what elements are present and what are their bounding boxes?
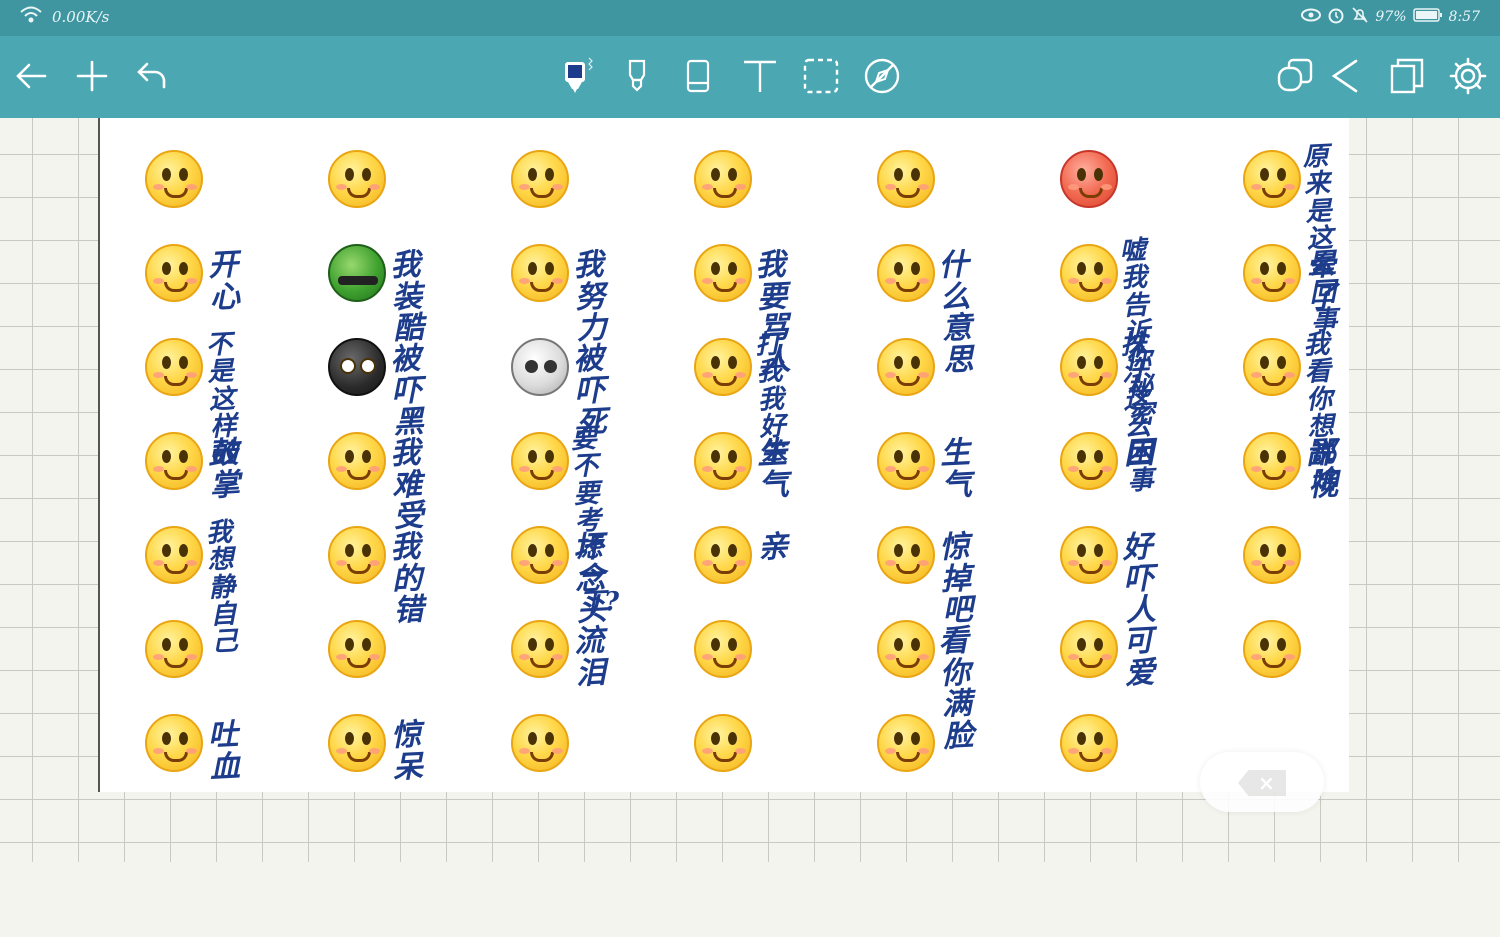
handwritten-label: 生气 (939, 435, 972, 504)
handwritten-label: 鼓掌 (207, 435, 240, 504)
undo-icon[interactable] (133, 56, 173, 96)
wink-tongue-emoji-icon (1243, 526, 1301, 584)
network-speed: 0.00K/s (52, 8, 110, 26)
text-tool[interactable] (740, 56, 780, 96)
handwritten-label: 我的错 (389, 529, 424, 629)
backspace-icon: × (1238, 770, 1286, 796)
tongue-emoji-icon (694, 150, 752, 208)
handwritten-label: 惊呆 (390, 717, 423, 786)
cheeks-hands-emoji-icon (877, 714, 935, 772)
cheek-emoji-icon (877, 338, 935, 396)
skull-emoji-icon (511, 338, 569, 396)
teary-emoji-icon (328, 432, 386, 490)
eye-comfort-icon (1301, 7, 1322, 27)
surprised-emoji-icon (328, 150, 386, 208)
laugh-emoji-icon (145, 244, 203, 302)
handwritten-label: 坏念头 (572, 529, 607, 629)
handwritten-label: 被吓黑 (389, 341, 424, 441)
bottom-margin (0, 862, 1500, 937)
handwritten-label: 什么意思 (937, 247, 974, 379)
blush-emoji-icon (694, 714, 752, 772)
handwritten-label: 惊掉吧 (938, 529, 973, 629)
share-icon[interactable] (1326, 56, 1366, 96)
pick-nose-emoji-icon (1243, 338, 1301, 396)
app-toolbar (0, 36, 1500, 118)
unamused-emoji-icon (877, 150, 935, 208)
handwritten-label: 我难受 (389, 435, 424, 535)
question-emoji-icon (877, 244, 935, 302)
sweat-emoji-icon (1243, 150, 1301, 208)
hmph-emoji-icon (1060, 620, 1118, 678)
shy-emoji-icon (694, 620, 752, 678)
side-eye2-emoji-icon (877, 432, 935, 490)
clock-time: 8:57 (1448, 9, 1480, 25)
layers-icon[interactable] (1275, 56, 1315, 96)
battery-percent: 97% (1375, 9, 1407, 25)
lasso-select-tool[interactable] (801, 56, 841, 96)
smile-emoji-icon (145, 150, 203, 208)
settings-icon[interactable] (1448, 56, 1488, 96)
battery-icon (1412, 7, 1443, 27)
highlighter-tool[interactable] (617, 56, 657, 96)
wide-grin-emoji-icon (1243, 620, 1301, 678)
handwritten-label: 我装酷 (389, 247, 424, 347)
black-ghost-emoji-icon (328, 338, 386, 396)
handwritten-label: 鄙视 (1305, 435, 1338, 504)
astonished-emoji-icon (328, 714, 386, 772)
clap-emoji-icon (145, 432, 203, 490)
handwritten-label: 生气 (756, 435, 789, 504)
dizzy-emoji-icon (1243, 244, 1301, 302)
hammer-emoji-icon (694, 338, 752, 396)
angry-red-emoji-icon (1060, 150, 1118, 208)
handwritten-label: 开心 (207, 247, 240, 316)
handwritten-label: 亲 (757, 529, 788, 566)
nosebleed-emoji-icon (145, 714, 203, 772)
alarm-icon (1327, 6, 1345, 28)
pasted-emoji-image[interactable]: 原来是这么 回事 开心 我装酷 我努力 我要骂人 什么意思 嘘我告诉 你秘密 晕了 不是这样 的… (98, 118, 1349, 792)
smirk-emoji-icon (511, 526, 569, 584)
shock-emoji-icon (877, 526, 935, 584)
scared-emoji-icon (1060, 526, 1118, 584)
side-eye-emoji-icon (694, 432, 752, 490)
yawn-emoji-icon (1060, 432, 1118, 490)
mute-icon (1351, 6, 1369, 28)
confused-emoji-icon (511, 150, 569, 208)
handwritten-label: 我努力 (572, 247, 607, 347)
mask-emoji-icon (1060, 714, 1118, 772)
headband-emoji-icon (511, 244, 569, 302)
status-bar: 0.00K/s 97% 8:57 (0, 0, 1500, 36)
shush-emoji-icon (1060, 244, 1118, 302)
cool-green-emoji-icon (328, 244, 386, 302)
add-icon[interactable] (72, 56, 112, 96)
yell-emoji-icon (694, 244, 752, 302)
sad-emoji-icon (328, 526, 386, 584)
back-arrow-icon[interactable] (11, 56, 51, 96)
wifi-icon (20, 6, 42, 28)
handwritten-label: 晕了 (1305, 247, 1338, 316)
floating-backspace-button[interactable]: × (1200, 752, 1324, 812)
lol-cry-emoji-icon (145, 620, 203, 678)
pen-tool[interactable] (556, 56, 596, 96)
cry-emoji-icon (145, 338, 203, 396)
point-emoji-icon (511, 714, 569, 772)
disable-stylus-icon[interactable] (862, 56, 902, 96)
handwritten-label: 流泪 (573, 623, 606, 692)
sad-cover-emoji-icon (145, 526, 203, 584)
grin-emoji-icon (511, 432, 569, 490)
handwritten-label: 可爱 (1122, 623, 1155, 692)
handwritten-label: 好吓人 (1121, 529, 1156, 629)
handwritten-label: 困 (1123, 435, 1154, 472)
eraser-tool[interactable] (678, 56, 718, 96)
kiss-emoji-icon (694, 526, 752, 584)
handwritten-label: 我想静 自己 (205, 517, 238, 658)
disdain-emoji-icon (1243, 432, 1301, 490)
think-emoji-icon (877, 620, 935, 678)
tears-emoji-icon (511, 620, 569, 678)
pout-emoji-icon (328, 620, 386, 678)
handwritten-label: 吐血 (207, 717, 240, 786)
handwritten-label: 看你满脸 (937, 623, 974, 755)
sweat-wipe-emoji-icon (1060, 338, 1118, 396)
pages-icon[interactable] (1387, 56, 1427, 96)
